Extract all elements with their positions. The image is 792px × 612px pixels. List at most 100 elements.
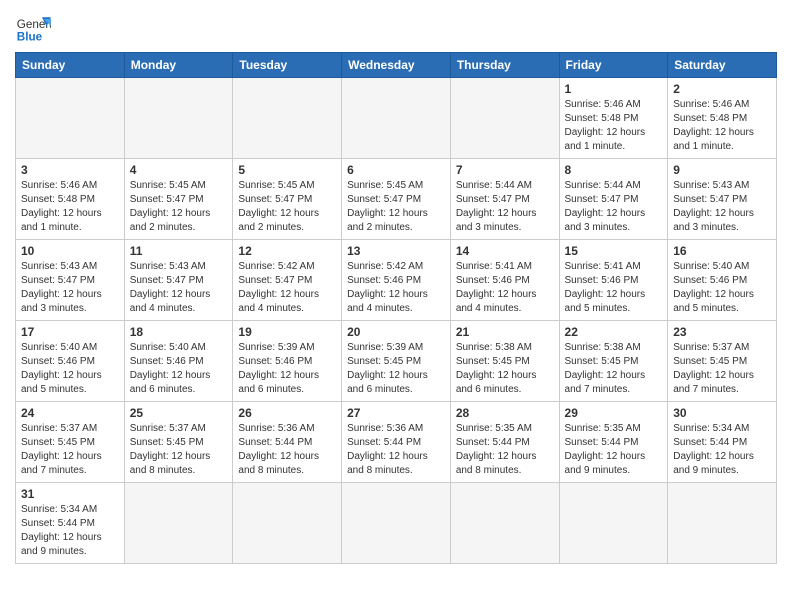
day-info: Sunrise: 5:45 AM Sunset: 5:47 PM Dayligh… xyxy=(130,179,228,235)
day-number: 20 xyxy=(347,325,445,339)
weekday-header-wednesday: Wednesday xyxy=(342,53,451,78)
weekday-header-thursday: Thursday xyxy=(450,53,559,78)
calendar-cell: 30 Sunrise: 5:34 AM Sunset: 5:44 PM Dayli… xyxy=(668,402,777,483)
day-number: 23 xyxy=(673,325,771,339)
calendar-week-row: 1 Sunrise: 5:46 AM Sunset: 5:48 PM Daylig… xyxy=(16,78,777,159)
calendar-cell xyxy=(124,483,233,564)
day-number: 24 xyxy=(21,406,119,420)
calendar-cell: 12 Sunrise: 5:42 AM Sunset: 5:47 PM Dayli… xyxy=(233,240,342,321)
day-number: 30 xyxy=(673,406,771,420)
calendar-cell xyxy=(450,483,559,564)
day-info: Sunrise: 5:46 AM Sunset: 5:48 PM Dayligh… xyxy=(673,98,771,154)
day-number: 3 xyxy=(21,163,119,177)
day-number: 1 xyxy=(565,82,663,96)
calendar-cell: 10 Sunrise: 5:43 AM Sunset: 5:47 PM Dayli… xyxy=(16,240,125,321)
day-info: Sunrise: 5:44 AM Sunset: 5:47 PM Dayligh… xyxy=(456,179,554,235)
day-number: 31 xyxy=(21,487,119,501)
day-info: Sunrise: 5:35 AM Sunset: 5:44 PM Dayligh… xyxy=(565,422,663,478)
calendar-cell: 16Sunrise: 5:40 AM Sunset: 5:46 PM Dayli… xyxy=(668,240,777,321)
calendar-cell: 18 Sunrise: 5:40 AM Sunset: 5:46 PM Dayli… xyxy=(124,321,233,402)
day-info: Sunrise: 5:40 AM Sunset: 5:46 PM Dayligh… xyxy=(673,260,771,316)
day-info: Sunrise: 5:38 AM Sunset: 5:45 PM Dayligh… xyxy=(565,341,663,397)
day-info: Sunrise: 5:45 AM Sunset: 5:47 PM Dayligh… xyxy=(238,179,336,235)
day-info: Sunrise: 5:34 AM Sunset: 5:44 PM Dayligh… xyxy=(21,503,119,559)
weekday-header-saturday: Saturday xyxy=(668,53,777,78)
day-number: 6 xyxy=(347,163,445,177)
calendar-week-row: 17 Sunrise: 5:40 AM Sunset: 5:46 PM Dayli… xyxy=(16,321,777,402)
day-info: Sunrise: 5:45 AM Sunset: 5:47 PM Dayligh… xyxy=(347,179,445,235)
weekday-header-tuesday: Tuesday xyxy=(233,53,342,78)
day-info: Sunrise: 5:36 AM Sunset: 5:44 PM Dayligh… xyxy=(238,422,336,478)
day-info: Sunrise: 5:46 AM Sunset: 5:48 PM Dayligh… xyxy=(21,179,119,235)
day-info: Sunrise: 5:42 AM Sunset: 5:46 PM Dayligh… xyxy=(347,260,445,316)
day-number: 28 xyxy=(456,406,554,420)
day-number: 10 xyxy=(21,244,119,258)
day-number: 11 xyxy=(130,244,228,258)
day-number: 19 xyxy=(238,325,336,339)
calendar-cell: 29Sunrise: 5:35 AM Sunset: 5:44 PM Dayli… xyxy=(559,402,668,483)
calendar-cell: 13Sunrise: 5:42 AM Sunset: 5:46 PM Dayli… xyxy=(342,240,451,321)
calendar-cell: 7 Sunrise: 5:44 AM Sunset: 5:47 PM Daylig… xyxy=(450,159,559,240)
day-number: 5 xyxy=(238,163,336,177)
calendar-cell: 14Sunrise: 5:41 AM Sunset: 5:46 PM Dayli… xyxy=(450,240,559,321)
calendar-table: SundayMondayTuesdayWednesdayThursdayFrid… xyxy=(15,52,777,564)
calendar-cell: 1 Sunrise: 5:46 AM Sunset: 5:48 PM Daylig… xyxy=(559,78,668,159)
day-info: Sunrise: 5:34 AM Sunset: 5:44 PM Dayligh… xyxy=(673,422,771,478)
calendar-cell: 8 Sunrise: 5:44 AM Sunset: 5:47 PM Daylig… xyxy=(559,159,668,240)
day-info: Sunrise: 5:44 AM Sunset: 5:47 PM Dayligh… xyxy=(565,179,663,235)
calendar-cell xyxy=(233,483,342,564)
day-info: Sunrise: 5:37 AM Sunset: 5:45 PM Dayligh… xyxy=(673,341,771,397)
page-header: General Blue xyxy=(15,10,777,46)
day-number: 17 xyxy=(21,325,119,339)
calendar-cell: 27 Sunrise: 5:36 AM Sunset: 5:44 PM Dayli… xyxy=(342,402,451,483)
day-info: Sunrise: 5:37 AM Sunset: 5:45 PM Dayligh… xyxy=(130,422,228,478)
calendar-cell: 25 Sunrise: 5:37 AM Sunset: 5:45 PM Dayli… xyxy=(124,402,233,483)
day-info: Sunrise: 5:40 AM Sunset: 5:46 PM Dayligh… xyxy=(130,341,228,397)
calendar-cell: 28 Sunrise: 5:35 AM Sunset: 5:44 PM Dayli… xyxy=(450,402,559,483)
calendar-cell: 9Sunrise: 5:43 AM Sunset: 5:47 PM Daylig… xyxy=(668,159,777,240)
day-info: Sunrise: 5:43 AM Sunset: 5:47 PM Dayligh… xyxy=(673,179,771,235)
calendar-cell: 6 Sunrise: 5:45 AM Sunset: 5:47 PM Daylig… xyxy=(342,159,451,240)
calendar-cell xyxy=(233,78,342,159)
day-number: 15 xyxy=(565,244,663,258)
calendar-cell: 26 Sunrise: 5:36 AM Sunset: 5:44 PM Dayli… xyxy=(233,402,342,483)
day-number: 7 xyxy=(456,163,554,177)
calendar-cell xyxy=(559,483,668,564)
calendar-cell xyxy=(124,78,233,159)
day-number: 25 xyxy=(130,406,228,420)
day-info: Sunrise: 5:39 AM Sunset: 5:45 PM Dayligh… xyxy=(347,341,445,397)
calendar-cell: 17 Sunrise: 5:40 AM Sunset: 5:46 PM Dayli… xyxy=(16,321,125,402)
day-info: Sunrise: 5:46 AM Sunset: 5:48 PM Dayligh… xyxy=(565,98,663,154)
calendar-week-row: 31 Sunrise: 5:34 AM Sunset: 5:44 PM Dayli… xyxy=(16,483,777,564)
day-number: 18 xyxy=(130,325,228,339)
calendar-week-row: 24 Sunrise: 5:37 AM Sunset: 5:45 PM Dayli… xyxy=(16,402,777,483)
day-info: Sunrise: 5:39 AM Sunset: 5:46 PM Dayligh… xyxy=(238,341,336,397)
day-info: Sunrise: 5:40 AM Sunset: 5:46 PM Dayligh… xyxy=(21,341,119,397)
calendar-cell: 15 Sunrise: 5:41 AM Sunset: 5:46 PM Dayli… xyxy=(559,240,668,321)
calendar-cell xyxy=(668,483,777,564)
calendar-cell: 4Sunrise: 5:45 AM Sunset: 5:47 PM Daylig… xyxy=(124,159,233,240)
weekday-header-row: SundayMondayTuesdayWednesdayThursdayFrid… xyxy=(16,53,777,78)
day-info: Sunrise: 5:41 AM Sunset: 5:46 PM Dayligh… xyxy=(456,260,554,316)
calendar-cell xyxy=(16,78,125,159)
weekday-header-monday: Monday xyxy=(124,53,233,78)
day-number: 8 xyxy=(565,163,663,177)
calendar-cell: 31 Sunrise: 5:34 AM Sunset: 5:44 PM Dayli… xyxy=(16,483,125,564)
calendar-cell: 5 Sunrise: 5:45 AM Sunset: 5:47 PM Daylig… xyxy=(233,159,342,240)
day-number: 21 xyxy=(456,325,554,339)
day-info: Sunrise: 5:41 AM Sunset: 5:46 PM Dayligh… xyxy=(565,260,663,316)
calendar-cell: 24Sunrise: 5:37 AM Sunset: 5:45 PM Dayli… xyxy=(16,402,125,483)
day-info: Sunrise: 5:36 AM Sunset: 5:44 PM Dayligh… xyxy=(347,422,445,478)
day-info: Sunrise: 5:43 AM Sunset: 5:47 PM Dayligh… xyxy=(21,260,119,316)
day-number: 22 xyxy=(565,325,663,339)
day-info: Sunrise: 5:35 AM Sunset: 5:44 PM Dayligh… xyxy=(456,422,554,478)
calendar-cell: 19 Sunrise: 5:39 AM Sunset: 5:46 PM Dayli… xyxy=(233,321,342,402)
calendar-cell xyxy=(342,483,451,564)
day-number: 26 xyxy=(238,406,336,420)
day-info: Sunrise: 5:42 AM Sunset: 5:47 PM Dayligh… xyxy=(238,260,336,316)
day-number: 12 xyxy=(238,244,336,258)
day-number: 27 xyxy=(347,406,445,420)
calendar-week-row: 10 Sunrise: 5:43 AM Sunset: 5:47 PM Dayli… xyxy=(16,240,777,321)
calendar-cell: 23 Sunrise: 5:37 AM Sunset: 5:45 PM Dayli… xyxy=(668,321,777,402)
calendar-cell: 21Sunrise: 5:38 AM Sunset: 5:45 PM Dayli… xyxy=(450,321,559,402)
